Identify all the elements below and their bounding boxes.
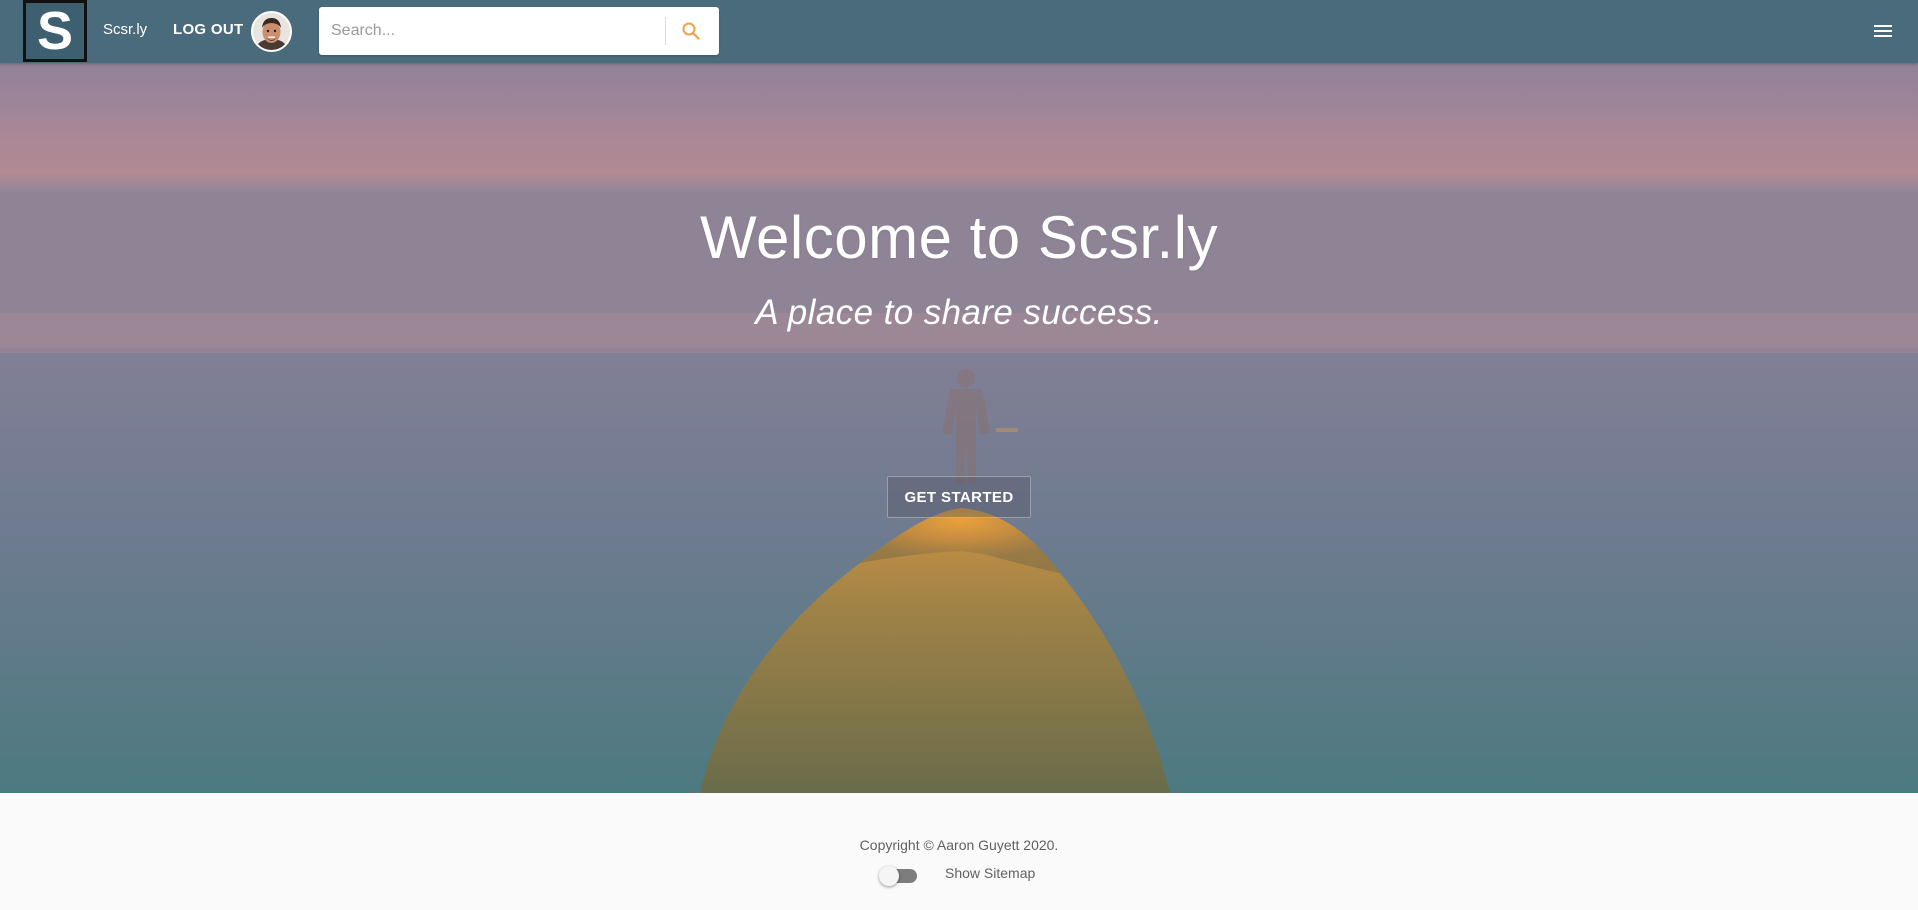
avatar-image (253, 13, 290, 50)
hero-background-image (0, 63, 1918, 793)
site-logo[interactable]: S (23, 0, 87, 62)
logo-letter: S (36, 1, 74, 61)
hero-section: Welcome to Scsr.ly A place to share succ… (0, 63, 1918, 793)
menu-bar-middle (1874, 30, 1892, 32)
copyright-text: Copyright © Aaron Guyett 2020. (859, 837, 1059, 853)
avatar[interactable] (251, 11, 292, 52)
search-divider (665, 17, 666, 45)
hero-subtitle: A place to share success. (755, 293, 1163, 332)
menu-bar-bottom (1874, 35, 1892, 37)
hamburger-menu-icon[interactable] (1871, 20, 1895, 42)
logout-link[interactable]: LOG OUT (173, 21, 243, 38)
toggle-knob (879, 866, 899, 886)
menu-bar-top (1874, 25, 1892, 27)
search-icon (682, 22, 700, 40)
hero-title: Welcome to Scsr.ly (699, 204, 1219, 271)
brand-link[interactable]: Scsr.ly (103, 21, 147, 38)
footer: Copyright © Aaron Guyett 2020. Show Site… (0, 793, 1918, 910)
show-sitemap-label: Show Sitemap (945, 865, 1036, 881)
search-box (319, 7, 719, 55)
top-navbar: S Scsr.ly LOG OUT (0, 0, 1918, 63)
sitemap-toggle-switch[interactable] (879, 865, 917, 886)
search-button[interactable] (671, 11, 711, 51)
get-started-button[interactable]: GET STARTED (887, 476, 1031, 518)
search-input[interactable] (319, 7, 664, 55)
